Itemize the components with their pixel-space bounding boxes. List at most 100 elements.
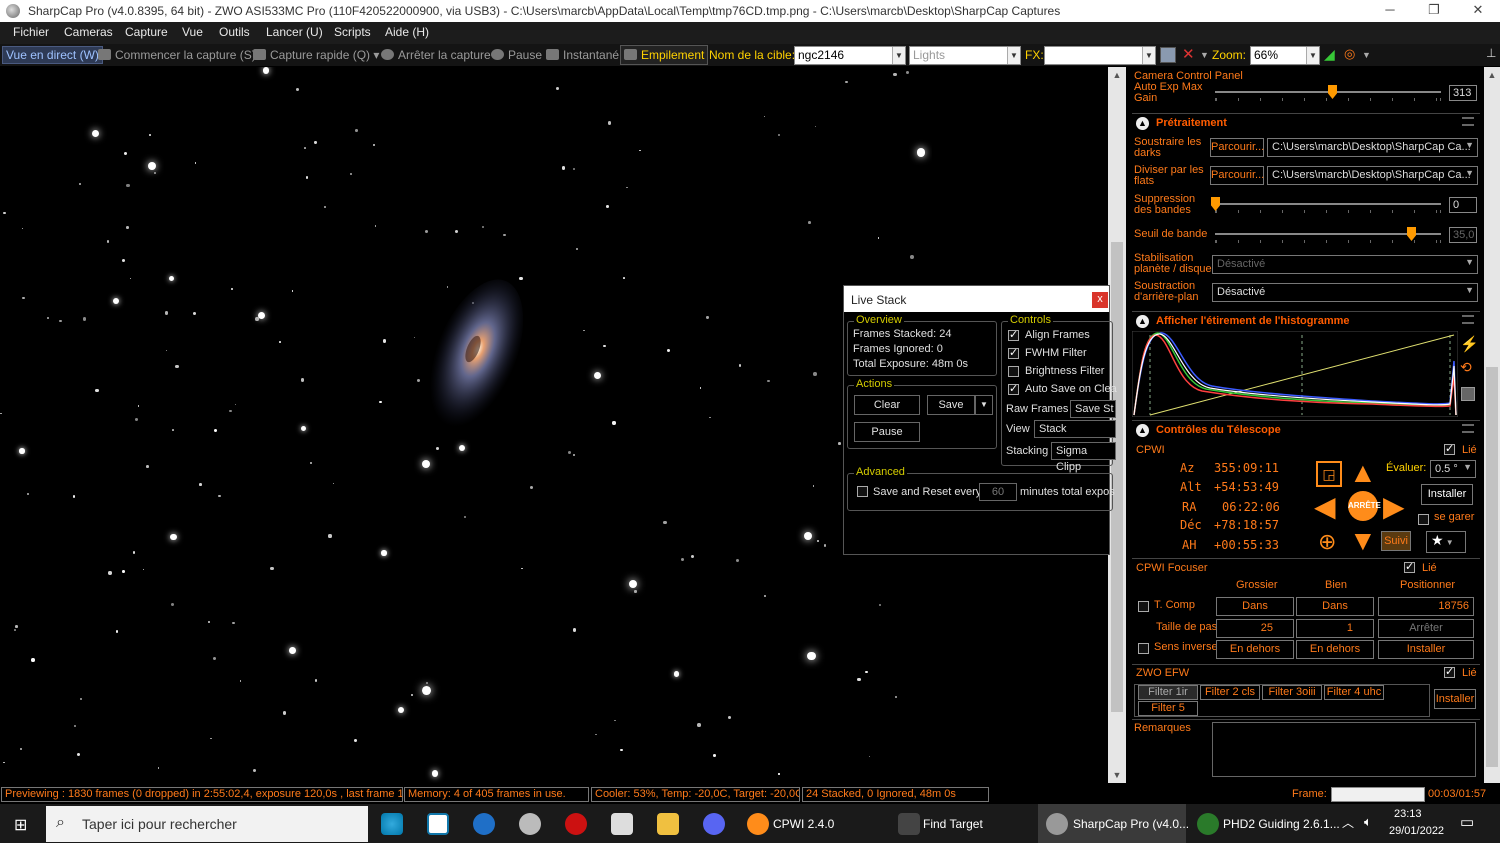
maximize-button[interactable]: ❐ [1412,0,1456,22]
collapse-icon[interactable]: ▲ [1136,117,1149,130]
menu-capture[interactable]: Capture [125,25,168,39]
fwhm-filter-checkbox[interactable] [1008,346,1019,359]
live-view-button[interactable]: Vue en direct (W) [2,46,103,64]
save-stretch-icon[interactable] [1461,387,1475,401]
arrow-down-icon[interactable]: ▼ [1349,527,1377,555]
brightness-filter-checkbox[interactable] [1008,366,1019,377]
tracking-button[interactable]: Suivi [1381,531,1411,551]
image-viewer[interactable] [0,67,932,783]
save-reset-checkbox[interactable] [857,486,868,497]
gain-value[interactable]: 313 [1449,85,1477,101]
close-button[interactable]: ✕ [1456,0,1500,22]
taskbar-app-sharpcap[interactable]: SharpCap Pro (v4.0... [1073,817,1189,831]
cpwi-icon[interactable] [747,813,769,835]
efw-install-button[interactable]: Installer [1434,689,1476,709]
edge-icon[interactable] [381,813,403,835]
focuser-position-input[interactable]: 18756 [1378,597,1474,616]
save-button[interactable]: Save [927,395,975,415]
threshold-slider-handle[interactable] [1407,227,1416,241]
filter-3-button[interactable]: Filter 3oiii [1262,685,1322,700]
auto-save-checkbox[interactable] [1008,382,1019,395]
red-app-icon[interactable] [565,813,587,835]
live-stack-titlebar[interactable]: Live Stack x [844,286,1109,312]
efw-linked-checkbox[interactable] [1444,665,1455,678]
fine-step-spinbox[interactable]: 1 [1296,619,1374,638]
volume-icon[interactable]: 🔈︎ [1364,814,1372,830]
scroll-up-icon[interactable]: ▲ [1108,67,1126,83]
display-settings-icon[interactable] [1160,47,1176,63]
menu-icon[interactable] [1462,315,1474,324]
panel-scrollbar-thumb[interactable] [1486,367,1498,767]
stabilisation-select[interactable]: Désactivé ▼ [1212,255,1478,274]
save-options-chevron-icon[interactable]: ▼ [975,395,993,415]
file-explorer-icon[interactable] [657,813,679,835]
zoom-select[interactable]: 66% ▼ [1250,46,1320,65]
sharpcap-taskbar-icon[interactable] [1046,813,1068,835]
find-target-icon[interactable] [898,813,920,835]
fx-select[interactable]: ▼ [1044,46,1156,65]
pause-stack-button[interactable]: Pause [854,422,920,442]
clear-button[interactable]: Clear [854,395,920,415]
maps-app-icon[interactable] [427,813,449,835]
telescope-app-icon[interactable] [519,813,541,835]
focuser-stop-button[interactable]: Arrêter [1378,619,1474,638]
menu-vue[interactable]: Vue [182,25,203,39]
taskbar-app-phd2[interactable]: PHD2 Guiding 2.6.1... [1223,817,1340,831]
sync-icon[interactable]: ◲ [1316,461,1342,487]
save-raw-button[interactable]: Save St [1070,400,1116,418]
quick-capture-button[interactable]: Capture rapide (Q) ▾ [253,48,379,62]
panel-scrollbar[interactable]: ▲ [1484,67,1500,783]
arrow-up-icon[interactable]: ▲ [1349,459,1377,487]
frame-type-select[interactable]: Lights ▼ [909,46,1021,65]
taskbar-app-find-target[interactable]: Find Target [923,817,983,831]
target-name-input[interactable]: ngc2146 ▼ [794,46,906,65]
clock-time[interactable]: 23:13 [1394,808,1422,820]
chevron-down-icon[interactable]: ▼ [1200,50,1209,60]
star-favorites-icon[interactable]: ★ ▼ [1426,531,1466,553]
minimize-button[interactable]: ─ [1368,0,1412,22]
banding-slider[interactable] [1215,203,1441,205]
arrow-right-icon[interactable]: ▶ [1383,493,1405,521]
coarse-out-button[interactable]: En dehors [1216,640,1294,659]
view-select[interactable]: Stack [1034,420,1116,438]
chevron-down-icon[interactable]: ▼ [1362,50,1371,60]
background-subtraction-select[interactable]: Désactivé ▼ [1212,283,1478,302]
menu-fichier[interactable]: Fichier [13,25,49,39]
menu-scripts[interactable]: Scripts [334,25,371,39]
mount-linked-checkbox[interactable] [1444,442,1455,455]
focuser-install-button[interactable]: Installer [1378,640,1474,659]
menu-icon[interactable] [1462,117,1474,126]
menu-icon[interactable] [1462,424,1474,433]
stop-capture-button[interactable]: Arrêter la capture [381,48,491,62]
focuser-linked-checkbox[interactable] [1404,560,1415,573]
histogram-section-header[interactable]: ▲ Afficher l'étirement de l'histogramme [1132,311,1480,331]
frame-slider[interactable] [1331,787,1425,802]
phd2-icon[interactable] [1197,813,1219,835]
stacking-select[interactable]: Sigma Clipp [1051,442,1116,473]
menu-cameras[interactable]: Cameras [64,25,113,39]
flats-path-select[interactable]: C:\Users\marcb\Desktop\SharpCap Ca... ▼ [1267,166,1478,185]
snapshot-button[interactable]: Instantané [546,48,619,62]
notes-textarea[interactable] [1212,722,1476,777]
home-target-icon[interactable]: ⊕ [1318,529,1336,555]
menu-aide[interactable]: Aide (H) [385,25,429,39]
auto-stretch-icon[interactable]: ⚡ [1460,335,1479,353]
filter-2-button[interactable]: Filter 2 cls [1200,685,1260,700]
histogram-chart[interactable] [1132,331,1458,417]
filter-1-button[interactable]: Filter 1ir [1138,685,1198,700]
fine-out-button[interactable]: En dehors [1296,640,1374,659]
filter-5-button[interactable]: Filter 5 [1138,701,1198,716]
arrow-left-icon[interactable]: ◀ [1314,493,1336,521]
windows-start-icon[interactable]: ⊞ [14,815,27,835]
tray-chevron-up-icon[interactable]: ︿ [1342,814,1354,831]
threshold-value[interactable]: 35,0 [1449,227,1477,243]
filter-4-button[interactable]: Filter 4 uhc [1324,685,1384,700]
reset-icon[interactable]: ⟲ [1460,359,1472,376]
histogram-icon[interactable]: ◢ [1324,46,1335,63]
pretraitement-section-header[interactable]: ▲ Prétraitement [1132,113,1480,133]
telescope-section-header[interactable]: ▲ Contrôles du Télescope [1132,420,1480,440]
mount-install-button[interactable]: Installer [1421,484,1473,505]
browse-darks-button[interactable]: Parcourir... [1210,138,1264,157]
collapse-icon[interactable]: ▲ [1136,424,1149,437]
darks-path-select[interactable]: C:\Users\marcb\Desktop\SharpCap Ca... ▼ [1267,138,1478,157]
